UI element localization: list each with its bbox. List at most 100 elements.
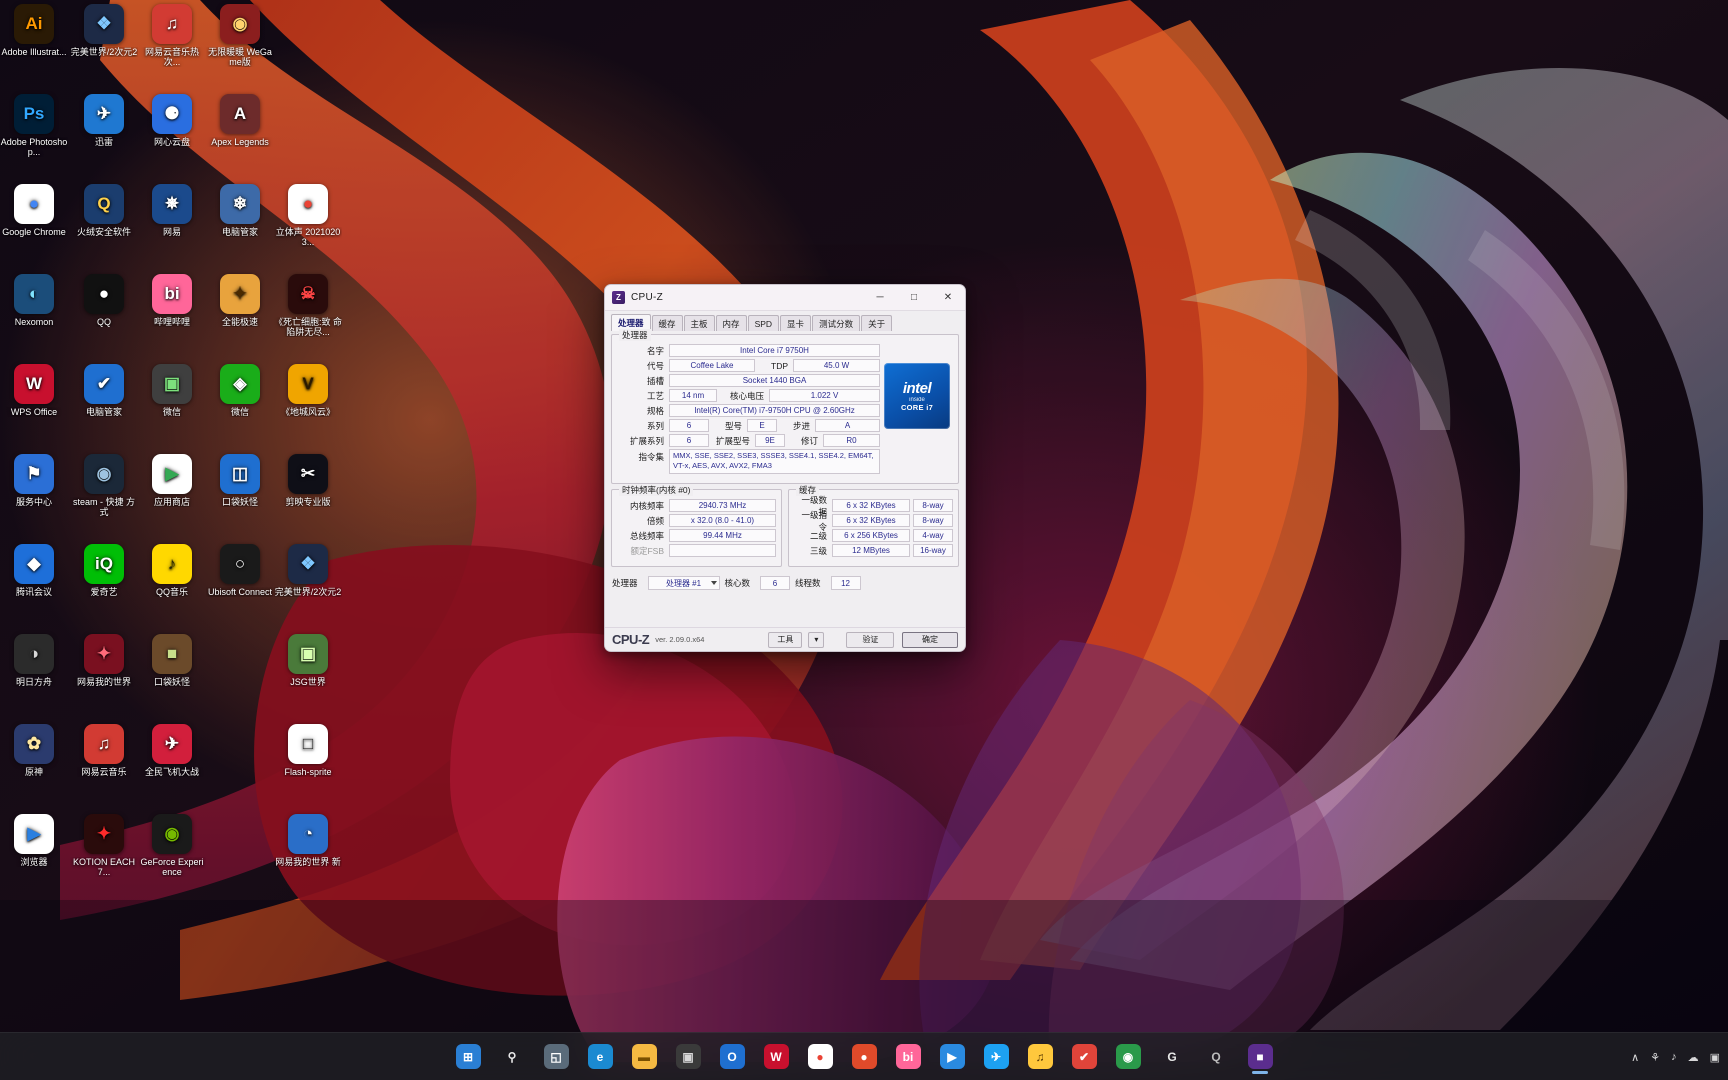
desktop-icon[interactable]: ⚈ 网心云盘 [138,94,206,147]
taskbar-steam-button[interactable]: ◉ [1110,1039,1146,1075]
taskbar-start-button[interactable]: ⊞ [450,1039,486,1075]
desktop-icon[interactable]: Q 火绒安全软件 [70,184,138,237]
taskbar-edge-button[interactable]: e [582,1039,618,1075]
cpuz-titlebar[interactable]: Z CPU-Z ─ □ ✕ [605,285,965,311]
tray-icon-1[interactable]: ⚘ [1650,1051,1660,1064]
desktop-icon[interactable]: iQ 爱奇艺 [70,544,138,597]
desktop-icon[interactable]: ☠ 《死亡细胞:致 命陷阱无尽... [274,274,342,337]
tray-icon-3[interactable]: ☁ [1688,1051,1699,1064]
music-icon: ♫ [1027,1044,1053,1069]
taskbar-qq-browser-button[interactable]: Q [1198,1039,1234,1075]
desktop-icon[interactable]: ❖ 完美世界/2次元2 [70,4,138,57]
validate-button[interactable]: 验证 [846,631,895,648]
desktop-icon[interactable]: ✦ 网易我的世界 [70,634,138,687]
cpuz-tab-6[interactable]: 测试分数 [812,315,861,331]
tools-dropdown-arrow[interactable]: ▾ [808,631,825,648]
row-l1-inst: 一级指令 6 x 32 KBytes 8-way [794,510,953,532]
desktop-icon[interactable]: ⚑ 服务中心 [0,454,68,507]
taskbar-music-button[interactable]: ♫ [1022,1039,1058,1075]
taskbar-qq-button[interactable]: ● [846,1039,882,1075]
cpu-select-dropdown[interactable]: 处理器 #1 [647,576,720,590]
desktop-icon[interactable]: □ Flash-sprite [274,724,342,777]
cpuz-tab-4[interactable]: SPD [747,315,780,331]
desktop-icon[interactable]: ✈ 迅雷 [70,94,138,147]
desktop-icon[interactable]: ◔ 网易我的世界 新 [274,814,342,867]
package-value: Socket 1440 BGA [669,374,880,387]
cpuz-tab-7[interactable]: 关于 [861,315,893,331]
desktop-icon[interactable]: ◑ 明日方舟 [0,634,68,687]
tools-button[interactable]: 工具 [768,631,803,648]
taskbar-store-button[interactable]: ▣ [670,1039,706,1075]
cores-label: 核心数 [724,578,751,588]
desktop-icon[interactable]: ▶ 应用商店 [138,454,206,507]
desktop-icon[interactable]: ✂ 剪映专业版 [274,454,342,507]
desktop-icon[interactable]: ✦ 全能极速 [206,274,274,327]
voltage-label: 核心电压 [729,390,764,401]
desktop-icon[interactable]: W WPS Office [0,364,68,417]
tray-icon-0[interactable]: ∧ [1631,1051,1639,1064]
desktop-icon[interactable]: ▣ JSG世界 [274,634,342,687]
cpuz-tab-3[interactable]: 内存 [715,315,747,331]
desktop-icon[interactable]: ◐ Nexomon [0,274,68,327]
desktop-icon[interactable]: ○ Ubisoft Connect [206,544,274,597]
desktop-icon[interactable]: ● QQ [70,274,138,327]
desktop-icon[interactable]: ♫ 网易云音乐 [70,724,138,777]
desktop-icon[interactable]: ❖ 完美世界/2次元2 [274,544,342,597]
taskbar-bilibili-button[interactable]: bi [890,1039,926,1075]
desktop-icon-label: Google Chrome [2,227,66,237]
taskbar-security-button[interactable]: ✔ [1066,1039,1102,1075]
maximize-button[interactable]: □ [897,285,931,311]
taskbar-task-view-button[interactable]: ◱ [538,1039,574,1075]
desktop-icon[interactable]: ◈ 微信 [206,364,274,417]
desktop-icon[interactable]: ● Google Chrome [0,184,68,237]
desktop-icon[interactable]: ❄ 电脑管家 [206,184,274,237]
desktop-icon[interactable]: bi 哔哩哔哩 [138,274,206,327]
cpuz-tab-1[interactable]: 缓存 [651,315,683,331]
desktop-icon[interactable]: ◉ steam - 快捷 方式 [70,454,138,517]
desktop-icon[interactable]: ✔ 电脑管家 [70,364,138,417]
desktop-icon[interactable]: Ai Adobe Illustrat... [0,4,68,57]
desktop-icon[interactable]: ▶ 浏览器 [0,814,68,867]
desktop-icon-label: QQ音乐 [155,587,188,597]
ok-button[interactable]: 确定 [902,631,958,648]
steam-icon: ◉ [1115,1044,1141,1069]
desktop-icon[interactable]: ✦ KOTION EACH 7... [70,814,138,877]
desktop-icon[interactable]: ▣ 微信 [138,364,206,417]
desktop-icon[interactable]: ● 立体声 20210203... [274,184,342,247]
desktop-icon[interactable]: V 《地城风云》 [274,364,342,417]
desktop-icon[interactable]: ✈ 全民飞机大战 [138,724,206,777]
row-core-speed: 内核频率 2940.73 MHz [617,499,776,512]
taskbar-google-button[interactable]: G [1154,1039,1190,1075]
cpuz-tab-2[interactable]: 主板 [683,315,715,331]
tray-icon-2[interactable]: ♪ [1671,1051,1677,1063]
close-button[interactable]: ✕ [931,285,965,311]
desktop-icon[interactable]: A Apex Legends [206,94,274,147]
taskbar-chrome-button[interactable]: ● [802,1039,838,1075]
taskbar-twitter-button[interactable]: ✈ [978,1039,1014,1075]
desktop-icon[interactable]: ◉ 无限暖暖 WeGame版 [206,4,274,67]
desktop-icon[interactable]: ◉ GeForce Experience [138,814,206,877]
desktop-icon[interactable]: ✵ 网易 [138,184,206,237]
video-player-icon: ▶ [939,1044,965,1069]
row-codename: 代号 Coffee Lake TDP 45.0 W [617,359,880,372]
cpuz-window[interactable]: Z CPU-Z ─ □ ✕ 处理器 缓存 主板 内存 SPD 显卡 测试分数 关于 处理器 i… [604,284,966,652]
minimize-button[interactable]: ─ [863,285,897,311]
taskbar-file-explorer-button[interactable]: ▬ [626,1039,662,1075]
desktop-icon[interactable]: Ps Adobe Photoshop... [0,94,68,157]
desktop-icon[interactable]: ◫ 口袋妖怪 [206,454,274,507]
desktop-icon[interactable]: ♪ QQ音乐 [138,544,206,597]
desktop-icon[interactable]: ◆ 腾讯会议 [0,544,68,597]
desktop-icon[interactable]: ■ 口袋妖怪 [138,634,206,687]
taskbar-cpuz-button[interactable]: ■ [1242,1039,1278,1075]
desktop-icon-glyph: ● [288,184,328,224]
cpuz-tab-strip[interactable]: 处理器 缓存 主板 内存 SPD 显卡 测试分数 关于 [605,311,965,331]
taskbar-wps-button[interactable]: W [758,1039,794,1075]
taskbar-search-button[interactable]: ⚲ [494,1039,530,1075]
desktop-icon[interactable]: ✿ 原神 [0,724,68,777]
desktop-icon[interactable]: ♫ 网易云音乐热次... [138,4,206,67]
desktop-icon-label: 迅雷 [94,137,113,147]
cpuz-tab-5[interactable]: 显卡 [780,315,812,331]
taskbar-video-player-button[interactable]: ▶ [934,1039,970,1075]
tray-icon-4[interactable]: ▣ [1710,1051,1720,1064]
taskbar-outlook-button[interactable]: O [714,1039,750,1075]
